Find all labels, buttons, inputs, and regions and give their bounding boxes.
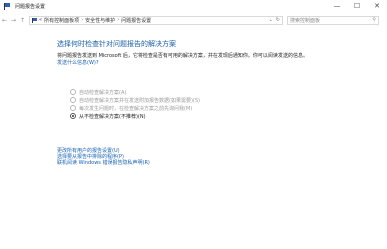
back-arrow-icon[interactable]: ← bbox=[0, 17, 9, 24]
radio-button[interactable] bbox=[70, 89, 76, 95]
option-label: 自动检查解决方案并在发送附加报告数据(如果需要)(S) bbox=[79, 97, 200, 104]
search-icon: ⚲ bbox=[372, 17, 376, 23]
breadcrumb-security-maintenance[interactable]: 安全性与维护 bbox=[85, 17, 115, 24]
description-text: 将问题报告发送到 Microsoft 后，它将检查是否有可用的解决方案，并在发现… bbox=[57, 53, 308, 59]
forward-arrow-icon[interactable]: → bbox=[9, 17, 18, 24]
flag-icon bbox=[4, 2, 11, 10]
privacy-info-link[interactable]: 发送什么信息(W)? bbox=[57, 60, 357, 67]
solution-check-options: 自动检查解决方案(A) 自动检查解决方案并在发送附加报告数据(如果需要)(S) … bbox=[70, 88, 200, 120]
window-controls: — ☐ ✕ bbox=[327, 0, 387, 12]
related-links: 更改所有用户的报告设置(U) 选择要从报告中排除的程序(P) 联机阅读 Wind… bbox=[57, 148, 150, 166]
breadcrumb-problem-reporting[interactable]: 问题报告设置 bbox=[121, 17, 151, 24]
breadcrumb-separator-icon: › bbox=[81, 17, 84, 23]
main-content: 选择何时检查针对问题报告的解决方案 将问题报告发送到 Microsoft 后，它… bbox=[57, 40, 357, 67]
chevron-down-icon[interactable]: ⌄ bbox=[269, 17, 273, 23]
option-label: 自动检查解决方案(A) bbox=[79, 89, 127, 96]
breadcrumb-separator-icon: › bbox=[117, 17, 120, 23]
privacy-statement-link[interactable]: 联机阅读 Windows 错误报告隐私声明(R) bbox=[57, 160, 150, 166]
search-placeholder: 搜索控制面板 bbox=[290, 17, 321, 24]
title-bar: 问题报告设置 — ☐ ✕ bbox=[0, 0, 387, 12]
address-bar: ← → ↑ « 所有控制面板项 › 安全性与维护 › 问题报告设置 ⌄ ↻ 搜索… bbox=[0, 14, 387, 26]
option-auto-check-send-data[interactable]: 自动检查解决方案并在发送附加报告数据(如果需要)(S) bbox=[70, 96, 200, 104]
minimize-button[interactable]: — bbox=[327, 0, 347, 12]
option-ask-each-time[interactable]: 每次发生问题时，在检查解决方案之前先询问我(M) bbox=[70, 104, 200, 112]
option-label: 每次发生问题时，在检查解决方案之前先询问我(M) bbox=[79, 105, 193, 112]
option-never-check[interactable]: 从不检查解决方案(不推荐)(N) bbox=[70, 112, 200, 120]
breadcrumb-all-items[interactable]: 所有控制面板项 bbox=[44, 17, 79, 24]
radio-button-selected[interactable] bbox=[70, 113, 76, 119]
refresh-icon[interactable]: ↻ bbox=[276, 17, 280, 23]
search-input[interactable]: 搜索控制面板 ⚲ bbox=[287, 15, 379, 25]
option-label: 从不检查解决方案(不推荐)(N) bbox=[79, 113, 146, 120]
window-title: 问题报告设置 bbox=[15, 3, 46, 10]
option-auto-check[interactable]: 自动检查解决方案(A) bbox=[70, 88, 200, 96]
control-panel-flag-icon bbox=[32, 17, 37, 23]
breadcrumb[interactable]: « 所有控制面板项 › 安全性与维护 › 问题报告设置 ⌄ ↻ bbox=[29, 15, 283, 25]
page-title: 选择何时检查针对问题报告的解决方案 bbox=[57, 40, 176, 48]
breadcrumb-overflow[interactable]: « bbox=[39, 17, 42, 23]
radio-button[interactable] bbox=[70, 105, 76, 111]
up-arrow-icon[interactable]: ↑ bbox=[18, 17, 27, 24]
maximize-button[interactable]: ☐ bbox=[347, 0, 367, 12]
radio-button[interactable] bbox=[70, 97, 76, 103]
close-button[interactable]: ✕ bbox=[367, 0, 387, 12]
